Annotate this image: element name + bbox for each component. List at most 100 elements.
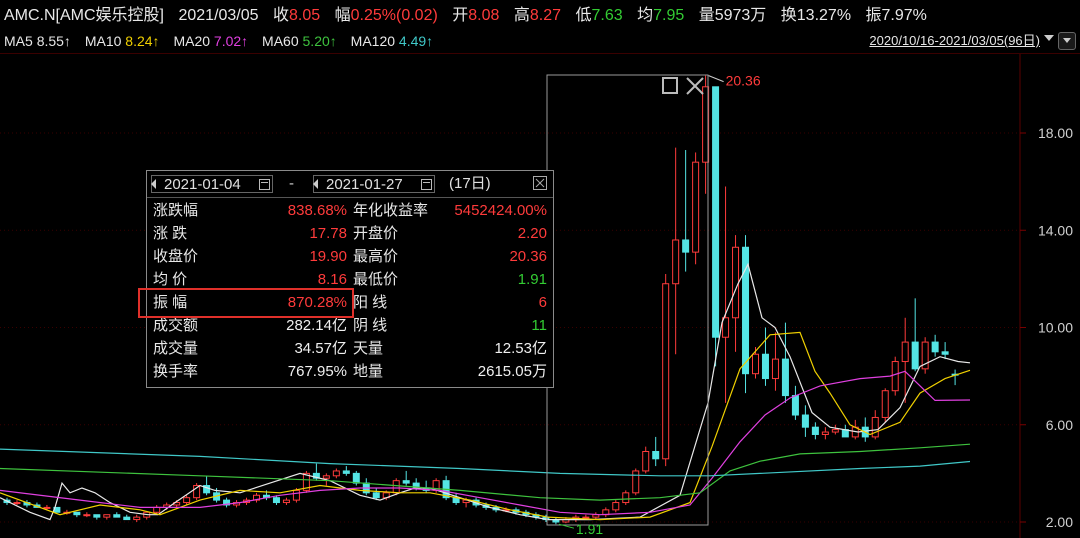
turnover-value: 13.27% [796,7,852,24]
stat-label: 阴 线 [353,317,388,334]
stats-row: 涨跌幅 838.68% 年化收益率 5452424.00% [147,199,553,222]
candle-up [183,497,191,504]
avg-price: 均7.95 [637,7,684,24]
stat-label: 最高价 [353,248,399,265]
date-range-selector[interactable]: 2020/10/16-2021/03/05(96日) [869,30,1040,52]
close-value: 8.05 [289,7,321,24]
change-label: 幅 [334,7,351,24]
candle-down [931,341,939,353]
stat-label: 涨跌幅 [153,202,199,219]
stat-label: 成交量 [153,340,199,357]
change-value: 0.25%(0.02) [350,7,438,24]
ma60-line [0,443,971,501]
amplitude-label: 振 [865,7,882,24]
candle-up [103,514,111,518]
turnover-label: 换 [780,7,797,24]
candle-down [761,353,769,380]
ma-legend: MA5 8.55↑ MA10 8.24↑ MA20 7.02↑ MA60 5.2… [4,30,1076,52]
stat-value: 11 [531,317,547,334]
candle-down [911,341,919,370]
close-label: 收 [273,7,290,24]
stat-value: 34.57亿 [294,340,347,357]
date-dash: - [289,175,294,192]
change: 幅0.25%(0.02) [335,7,438,24]
chevron-down-icon[interactable] [1044,35,1054,41]
end-date-picker[interactable]: 2021-01-27 [313,175,435,193]
symbol-title[interactable]: AMC.N[AMC娱乐控股] [4,7,164,24]
volume: 量5973万 [699,7,767,24]
calendar-icon[interactable] [421,179,432,190]
volume-label: 量 [698,7,715,24]
low-label: 低 [575,7,592,24]
start-date-picker[interactable]: 2021-01-04 [151,175,273,193]
prev-arrow-icon[interactable] [151,179,156,189]
y-tick-label: 2.00 [1046,514,1073,530]
candle-up [282,499,290,504]
candle-down [791,395,799,416]
candle-up [392,480,400,494]
candle-down [781,358,789,397]
open-value: 8.08 [468,7,500,24]
quote-date: 2021/03/05 [178,7,259,24]
candle-up [322,475,330,479]
ma60-value: 5.20↑ [302,33,337,49]
stat-value: 2.20 [517,225,547,242]
candle-down [352,472,360,484]
y-tick-label: 14.00 [1038,222,1073,238]
stat-label: 年化收益率 [353,202,429,219]
y-tick-label: 18.00 [1038,125,1073,141]
low-price: 低7.63 [575,7,622,24]
stat-label: 地量 [353,363,384,380]
panel-close-icon[interactable] [533,176,547,190]
ma120-value: 4.49↑ [398,33,434,49]
amplitude: 振7.97% [866,7,927,24]
candle-down [73,511,81,516]
stat-label: 天量 [353,340,384,357]
candle-up [13,502,21,505]
candle-down [402,480,410,484]
stat-label: 最低价 [353,271,399,288]
candle-up [881,390,889,418]
ma60-legend: MA60 5.20↑ [262,33,337,49]
stat-value: 767.95% [287,363,347,380]
candle-up [831,429,839,433]
ma120-legend: MA120 4.49↑ [351,33,434,49]
close-icon[interactable] [686,77,704,95]
calendar-icon[interactable] [259,179,270,190]
ma60-label: MA60 [262,33,299,49]
ma120-label: MA120 [350,33,396,49]
candle-up [821,431,829,435]
candle-up [133,516,141,521]
ma5-value: 8.55↑ [36,33,71,49]
candle-down [801,414,809,428]
stat-value: 17.78 [309,225,347,242]
stat-value: 2615.05万 [477,363,547,380]
candle-up [632,470,640,494]
candle-up [871,416,879,438]
candle-up [622,492,630,504]
y-axis-ticks: 18.00 14.00 10.00 6.00 2.00 [1038,125,1073,530]
prev-arrow-icon[interactable] [313,179,318,189]
dropdown-button[interactable] [1058,32,1076,50]
candle-down [272,497,280,504]
candle-up [153,506,161,513]
candle-up [662,283,670,460]
selection-box[interactable] [546,74,709,526]
candle-up [642,450,650,472]
maximize-icon[interactable] [662,77,678,94]
stats-row: 成交量 34.57亿 天量 12.53亿 [147,337,553,360]
stats-row: 收盘价 19.90 最高价 20.36 [147,245,553,268]
quote-header: AMC.N[AMC娱乐控股] 2021/03/05 收8.05 幅0.25%(0… [4,4,1076,28]
stat-value: 1.91 [517,271,547,288]
stat-label: 开盘价 [353,225,399,242]
candle-up [692,161,700,253]
amplitude-value: 7.97% [881,7,927,24]
ma20-legend: MA20 7.02↑ [173,33,248,49]
candle-down [113,514,121,518]
ma10-legend: MA10 8.24↑ [85,33,160,49]
low-value: 7.63 [591,7,623,24]
avg-label: 均 [637,7,654,24]
stat-value: 838.68% [287,202,347,219]
ma20-value: 7.02↑ [213,33,249,49]
candle-up [771,358,779,380]
